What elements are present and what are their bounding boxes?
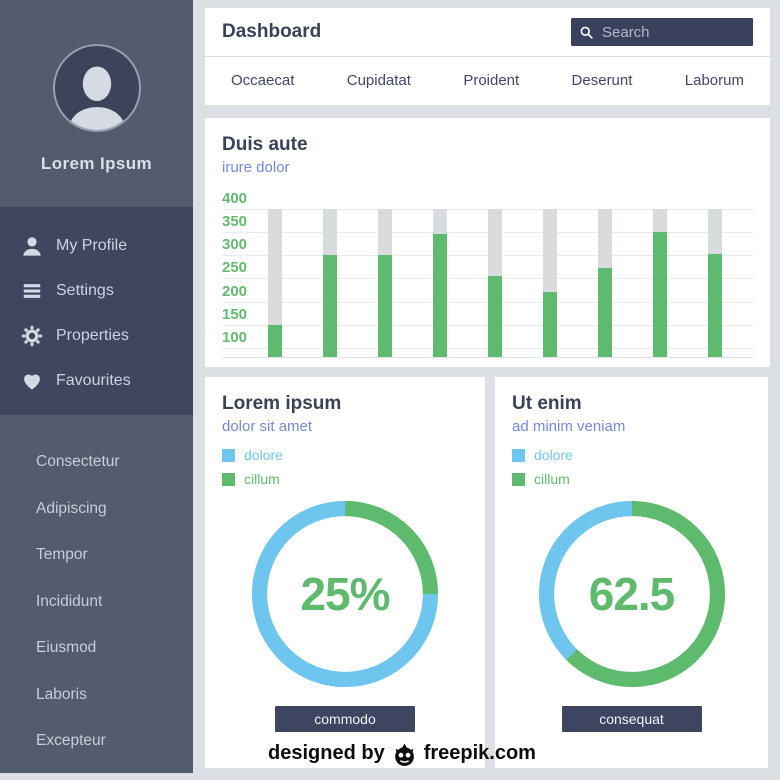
legend-item-cillum: cillum — [512, 471, 751, 487]
user-silhouette-icon — [60, 56, 134, 130]
menu-icon — [21, 280, 43, 302]
legend-swatch — [512, 449, 525, 462]
sidebar-link-tempor[interactable]: Tempor — [0, 532, 193, 579]
credit-text: designed by — [268, 742, 385, 765]
sidebar-link-excepteur[interactable]: Excepteur — [0, 718, 193, 765]
sidebar-item-my-profile[interactable]: My Profile — [0, 223, 193, 268]
legend-item-dolore: dolore — [222, 447, 468, 463]
header-row: Dashboard — [205, 8, 770, 57]
legend-item-cillum: cillum — [222, 471, 468, 487]
search-input[interactable] — [602, 24, 742, 41]
bar — [543, 292, 557, 357]
gear-icon — [21, 325, 43, 347]
bar — [653, 232, 667, 357]
tab-bar: Occaecat Cupidatat Proident Deserunt Laborum — [205, 57, 770, 104]
search-icon — [579, 25, 594, 40]
bar-track — [708, 209, 722, 357]
sidebar-link-laboris[interactable]: Laboris — [0, 672, 193, 719]
sidebar-item-label: My Profile — [56, 237, 127, 255]
legend-label: dolore — [244, 447, 283, 463]
sidebar-link-eiusmod[interactable]: Eiusmod — [0, 625, 193, 672]
bar-track — [653, 209, 667, 357]
bar — [378, 255, 392, 357]
bar-chart-subtitle: irure dolor — [222, 159, 753, 176]
bar — [268, 325, 282, 357]
header-card: Dashboard Occaecat Cupidatat Proident Deser… — [205, 8, 770, 105]
sidebar-item-properties[interactable]: Properties — [0, 313, 193, 358]
bar-track — [378, 209, 392, 357]
consequat-button[interactable]: consequat — [562, 706, 702, 732]
tab-occaecat[interactable]: Occaecat — [231, 72, 294, 89]
donut-title: Lorem ipsum — [222, 393, 468, 415]
user-name: Lorem Ipsum — [41, 154, 152, 174]
bar — [708, 254, 722, 357]
tab-cupidatat[interactable]: Cupidatat — [347, 72, 411, 89]
bar-chart-card: Duis aute irure dolor 400 350 300 250 200 150… — [205, 118, 770, 367]
sidebar-item-label: Favourites — [56, 372, 131, 390]
y-tick-label: 150 — [222, 306, 247, 325]
y-tick-label: 100 — [222, 329, 247, 348]
sidebar-links: ConsecteturAdipiscingTemporIncididuntEiu… — [0, 415, 193, 773]
sidebar-link-consectetur[interactable]: Consectetur — [0, 439, 193, 486]
bar-track — [543, 209, 557, 357]
heart-icon — [21, 370, 43, 392]
donut-card-lorem: Lorem ipsum dolor sit amet dolorecillum … — [205, 377, 485, 768]
search-box[interactable] — [571, 18, 753, 46]
avatar — [53, 44, 141, 132]
sidebar-profile-section: Lorem Ipsum — [0, 0, 193, 207]
y-tick-label: 200 — [222, 283, 247, 302]
dashboard-app: Lorem Ipsum My Profile Settings Properties… — [0, 0, 780, 780]
bar-chart-title: Duis aute — [222, 134, 753, 156]
sidebar-link-incididunt[interactable]: Incididunt — [0, 579, 193, 626]
sidebar-menu: My Profile Settings Properties Favourites — [0, 207, 193, 415]
bar — [488, 276, 502, 357]
sidebar-item-label: Settings — [56, 282, 114, 300]
y-tick-label: 350 — [222, 213, 247, 232]
legend-label: cillum — [534, 471, 570, 487]
brand-text: freepik.com — [424, 742, 536, 765]
freepik-logo-icon — [391, 740, 418, 767]
tab-deserunt[interactable]: Deserunt — [572, 72, 633, 89]
donut-card-utenim: Ut enim ad minim veniam dolore cillum 62.… — [495, 377, 768, 768]
sidebar-link-adipiscing[interactable]: Adipiscing — [0, 486, 193, 533]
bar-track — [598, 209, 612, 357]
donut-subtitle: ad minim veniam — [512, 418, 751, 435]
commodo-button[interactable]: commodo — [275, 706, 415, 732]
donut-subtitle: dolor sit amet — [222, 418, 468, 435]
legend-label: cillum — [244, 471, 280, 487]
sidebar: Lorem Ipsum My Profile Settings Properties… — [0, 0, 193, 773]
y-tick-label: 250 — [222, 259, 247, 278]
bar — [323, 255, 337, 357]
bar-track — [488, 209, 502, 357]
donut-center-value: 62.5 — [537, 499, 727, 689]
sidebar-item-label: Properties — [56, 327, 129, 345]
donut-center-value: 25% — [250, 499, 440, 689]
footer-credit: designed by freepik.com — [268, 740, 536, 767]
legend-label: dolore — [534, 447, 573, 463]
sidebar-item-favourites[interactable]: Favourites — [0, 358, 193, 403]
tab-proident[interactable]: Proident — [463, 72, 519, 89]
page-title: Dashboard — [222, 21, 321, 43]
donut-legend: dolore cillum — [512, 447, 751, 487]
legend-swatch — [222, 449, 235, 462]
bar-chart-plot: 400350300250200150100 — [222, 209, 753, 357]
legend-swatch — [512, 473, 525, 486]
tab-laborum[interactable]: Laborum — [685, 72, 744, 89]
y-tick-label: 400 — [222, 190, 247, 209]
donut-chart: 62.5 — [537, 499, 727, 689]
bar — [433, 234, 447, 357]
bar — [598, 268, 612, 357]
user-icon — [21, 235, 43, 257]
bar-track — [433, 209, 447, 357]
sidebar-item-settings[interactable]: Settings — [0, 268, 193, 313]
bar-track — [268, 209, 282, 357]
axis-baseline — [222, 357, 753, 358]
donut-chart: 25% — [250, 499, 440, 689]
donut-title: Ut enim — [512, 393, 751, 415]
donut-legend: dolore cillum — [222, 447, 468, 487]
bar-track — [323, 209, 337, 357]
legend-swatch — [222, 473, 235, 486]
y-tick-label: 300 — [222, 236, 247, 255]
legend-item-dolore: dolore — [512, 447, 751, 463]
